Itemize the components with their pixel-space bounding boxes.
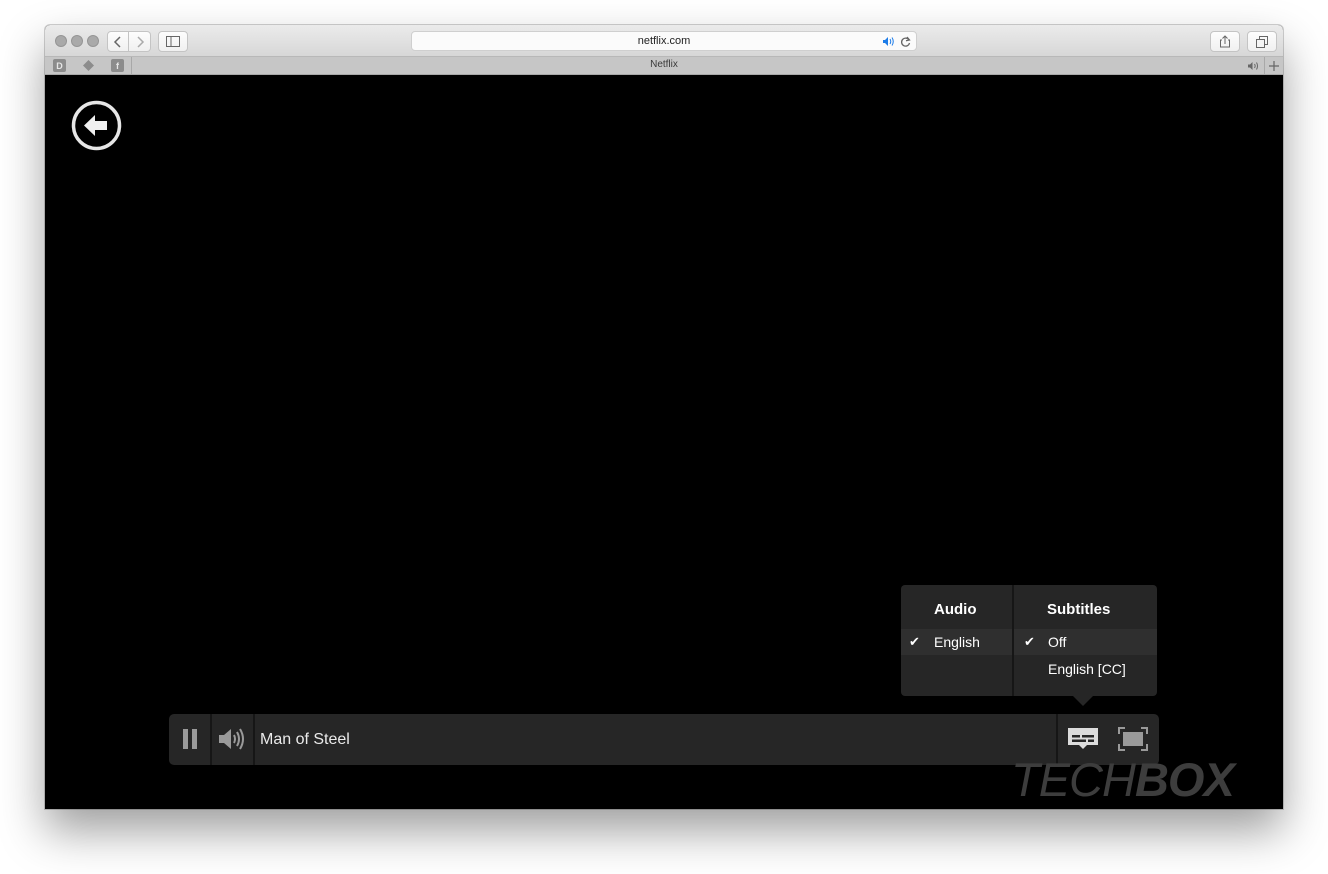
minimize-window-button[interactable] bbox=[71, 35, 83, 47]
speaker-playing-icon[interactable] bbox=[882, 36, 895, 47]
control-divider bbox=[210, 714, 212, 765]
show-all-tabs-button[interactable] bbox=[1247, 31, 1277, 52]
checkmark-icon: ✔ bbox=[909, 634, 920, 649]
reload-icon[interactable] bbox=[900, 36, 911, 48]
tab-bar: D f Netflix bbox=[45, 57, 1283, 75]
pause-icon[interactable] bbox=[182, 728, 198, 750]
checkmark-icon: ✔ bbox=[1024, 634, 1035, 649]
sidebar-button[interactable] bbox=[158, 31, 188, 52]
subtitle-option-label: Off bbox=[1048, 634, 1067, 650]
subtitle-option-label: English [CC] bbox=[1048, 661, 1126, 677]
video-title: Man of Steel bbox=[260, 730, 350, 748]
zoom-window-button[interactable] bbox=[87, 35, 99, 47]
sidebar-icon bbox=[166, 36, 180, 47]
subtitles-heading: Subtitles bbox=[1047, 601, 1111, 618]
browser-toolbar: netflix.com bbox=[45, 25, 1283, 57]
tab-title[interactable]: Netflix bbox=[45, 59, 1283, 70]
new-tab-icon[interactable] bbox=[1269, 61, 1279, 71]
tabs-overview-icon bbox=[1256, 35, 1268, 48]
share-icon bbox=[1220, 35, 1230, 48]
control-divider bbox=[253, 714, 255, 765]
tab-audio-icon[interactable] bbox=[1247, 61, 1259, 71]
audio-subtitles-menu: Audio ✔ English Subtitles ✔ Off English … bbox=[901, 585, 1157, 696]
subtitles-icon[interactable] bbox=[1067, 727, 1099, 751]
audio-option-label: English bbox=[934, 634, 980, 650]
chevron-left-icon bbox=[113, 35, 121, 48]
audio-option-english[interactable]: ✔ English bbox=[901, 629, 1012, 655]
address-bar[interactable]: netflix.com bbox=[411, 31, 917, 51]
chevron-right-icon bbox=[136, 35, 144, 48]
subtitle-option-english-cc[interactable]: English [CC] bbox=[1014, 656, 1157, 682]
forward-button[interactable] bbox=[129, 31, 151, 52]
close-window-button[interactable] bbox=[55, 35, 67, 47]
back-button[interactable] bbox=[107, 31, 129, 52]
audio-column: Audio ✔ English bbox=[901, 585, 1012, 696]
browser-window: netflix.com D f Netflix Audio ✔ English … bbox=[45, 25, 1283, 809]
menu-pointer bbox=[1072, 695, 1094, 706]
tab-divider-right bbox=[1264, 57, 1265, 75]
subtitle-option-off[interactable]: ✔ Off bbox=[1014, 629, 1157, 655]
subtitles-column: Subtitles ✔ Off English [CC] bbox=[1014, 585, 1157, 696]
techbox-watermark: TECHBOX bbox=[1011, 753, 1235, 806]
audio-heading: Audio bbox=[934, 601, 977, 618]
volume-icon[interactable] bbox=[218, 727, 246, 751]
share-button[interactable] bbox=[1210, 31, 1240, 52]
fullscreen-icon[interactable] bbox=[1118, 727, 1148, 751]
address-text: netflix.com bbox=[637, 35, 691, 47]
back-to-browse-icon[interactable] bbox=[71, 100, 122, 151]
